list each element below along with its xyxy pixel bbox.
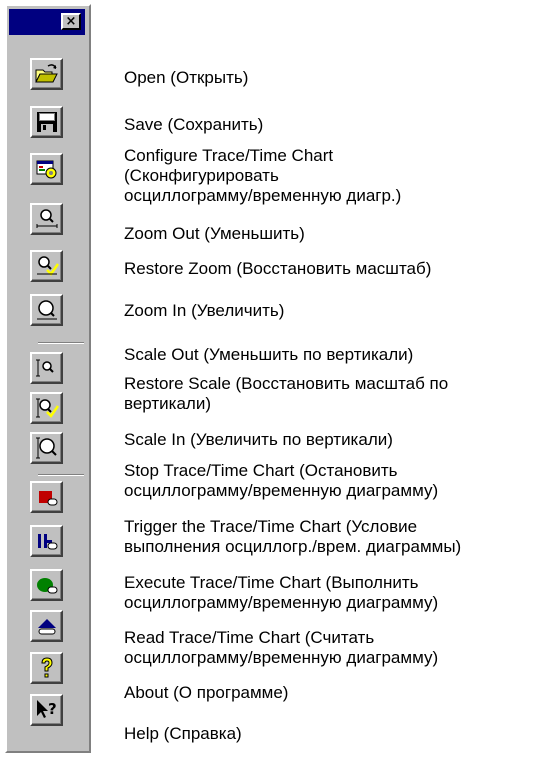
- restore-zoom-button[interactable]: [30, 250, 63, 282]
- svg-text:?: ?: [48, 700, 57, 718]
- execute-chart-button[interactable]: [30, 569, 63, 601]
- scale-out-label: Scale Out (Уменьшить по вертикали): [124, 345, 414, 364]
- stop-chart-label: Stop Trace/Time Chart (Остановить осцилл…: [124, 461, 439, 500]
- help-label: Help (Справка): [124, 724, 242, 743]
- read-chart-button[interactable]: [30, 610, 63, 642]
- separator: [38, 474, 84, 476]
- stop-chart-icon: [38, 491, 57, 506]
- trigger-chart-label: Trigger the Trace/Time Chart (Условие вы…: [124, 517, 462, 556]
- scale-in-icon: [35, 437, 57, 459]
- about-label: About (О программе): [124, 683, 289, 702]
- close-button[interactable]: ×: [61, 13, 81, 30]
- open-label: Open (Открыть): [124, 68, 249, 87]
- configure-chart-label: Configure Trace/Time Chart (Сконфигуриро…: [124, 146, 402, 205]
- zoom-in-label: Zoom In (Увеличить): [124, 301, 285, 320]
- zoom-in-icon: [36, 300, 57, 320]
- save-button[interactable]: [30, 106, 63, 138]
- open-folder-icon: [34, 64, 58, 83]
- restore-scale-label: Restore Scale (Восстановить масштаб по в…: [124, 374, 449, 413]
- zoom-in-button[interactable]: [30, 294, 63, 326]
- zoom-out-button[interactable]: [30, 203, 63, 235]
- separator: [38, 342, 84, 344]
- zoom-out-label: Zoom Out (Уменьшить): [124, 224, 305, 243]
- read-chart-label: Read Trace/Time Chart (Считать осциллогр…: [124, 628, 439, 667]
- zoom-out-icon: [36, 209, 57, 228]
- scale-in-label: Scale In (Увеличить по вертикали): [124, 430, 393, 449]
- configure-chart-button[interactable]: [30, 153, 63, 185]
- restore-scale-button[interactable]: [30, 392, 63, 424]
- trigger-chart-icon: [37, 534, 57, 550]
- scale-out-button[interactable]: [30, 352, 63, 384]
- about-icon: [40, 657, 53, 678]
- execute-chart-label: Execute Trace/Time Chart (Выполнить осци…: [124, 573, 439, 612]
- about-button[interactable]: [30, 652, 63, 684]
- open-button[interactable]: [30, 58, 63, 90]
- configure-chart-icon: [36, 160, 56, 179]
- scale-in-button[interactable]: [30, 432, 63, 464]
- context-help-icon: ?: [36, 700, 57, 718]
- help-button[interactable]: ?: [30, 694, 63, 726]
- scale-out-icon: [35, 359, 54, 377]
- execute-chart-icon: [36, 578, 57, 594]
- toolbar-titlebar[interactable]: ×: [9, 9, 85, 35]
- restore-scale-icon: [35, 398, 59, 418]
- trigger-chart-button[interactable]: [30, 525, 63, 557]
- restore-zoom-label: Restore Zoom (Восстановить масштаб): [124, 259, 432, 278]
- stop-chart-button[interactable]: [30, 481, 63, 513]
- save-label: Save (Сохранить): [124, 115, 264, 134]
- restore-zoom-icon: [36, 256, 59, 276]
- read-chart-icon: [37, 619, 56, 635]
- save-disk-icon: [36, 112, 57, 132]
